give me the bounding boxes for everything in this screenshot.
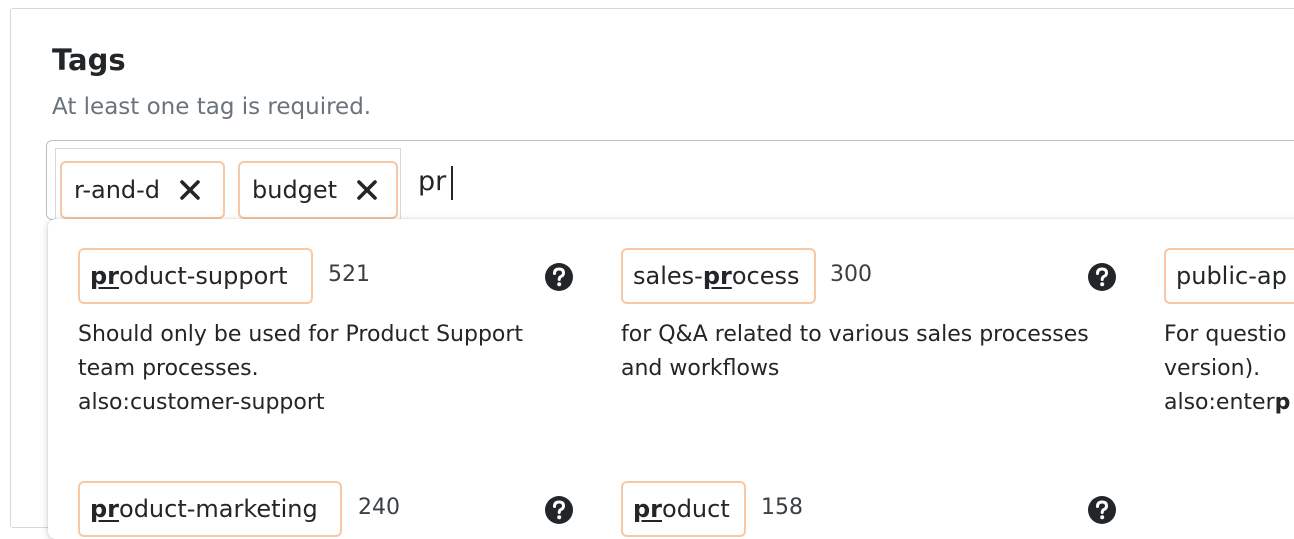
tag-chip-label: r-and-d <box>74 176 161 204</box>
tag-count: 158 <box>761 495 803 520</box>
tag-chip-r-and-d[interactable]: r-and-d <box>60 161 225 219</box>
suggestion-item[interactable]: pr oduct 158 <box>621 481 1121 539</box>
tag-search-input[interactable]: pr <box>418 162 446 202</box>
tag-text-after: oduct-marketing <box>119 495 318 523</box>
tag-chip-label: budget <box>252 176 338 204</box>
help-icon[interactable] <box>544 262 574 292</box>
tag-suggestions-dropdown: pr oduct-support 521 Should only be used … <box>48 219 1294 539</box>
help-icon[interactable] <box>544 495 574 525</box>
help-icon[interactable] <box>1087 495 1117 525</box>
tag-text-before: sales- <box>633 262 703 290</box>
suggestion-tag[interactable]: pr oduct-support <box>78 248 313 304</box>
tag-count: 240 <box>358 495 400 520</box>
suggestion-tag[interactable]: pr oduct <box>621 481 746 537</box>
suggestion-tag[interactable]: public-ap <box>1164 248 1294 304</box>
help-icon[interactable] <box>1087 262 1117 292</box>
close-icon[interactable] <box>178 178 202 202</box>
selected-tags: r-and-d budget <box>55 148 401 228</box>
tag-text-after: oduct <box>662 495 730 523</box>
tag-chip-budget[interactable]: budget <box>238 161 398 219</box>
tag-text-after: ocess <box>731 262 800 290</box>
tags-label: Tags <box>52 43 126 77</box>
tag-description: For questio version). also:enterp <box>1164 322 1291 415</box>
suggestion-item[interactable]: sales-pr ocess 300 for Q&A related to var… <box>621 248 1121 448</box>
text-caret <box>451 166 453 200</box>
suggestion-item[interactable]: pr oduct-marketing 240 <box>78 481 578 539</box>
tag-input-field[interactable]: r-and-d budget <box>46 140 1294 228</box>
tag-count: 300 <box>830 262 872 287</box>
close-icon[interactable] <box>355 178 379 202</box>
tags-hint: At least one tag is required. <box>52 94 372 120</box>
tag-description: Should only be used for Product Support … <box>78 322 524 415</box>
tag-text-match: pr <box>702 262 732 290</box>
suggestion-tag[interactable]: sales-pr ocess <box>621 248 816 304</box>
suggestion-item[interactable]: public-ap For questio version). also:ent… <box>1164 248 1294 448</box>
tag-text-match: pr <box>90 495 120 523</box>
tag-text-match: pr <box>90 262 120 290</box>
tag-description: for Q&A related to various sales process… <box>621 322 1089 381</box>
tag-text-before: public-ap <box>1176 262 1287 290</box>
tag-text-match: pr <box>633 495 663 523</box>
suggestion-tag[interactable]: pr oduct-marketing <box>78 481 342 537</box>
tag-text-after: oduct-support <box>119 262 288 290</box>
suggestion-item[interactable]: pr oduct-support 521 Should only be used … <box>78 248 578 448</box>
tag-count: 521 <box>328 262 370 287</box>
